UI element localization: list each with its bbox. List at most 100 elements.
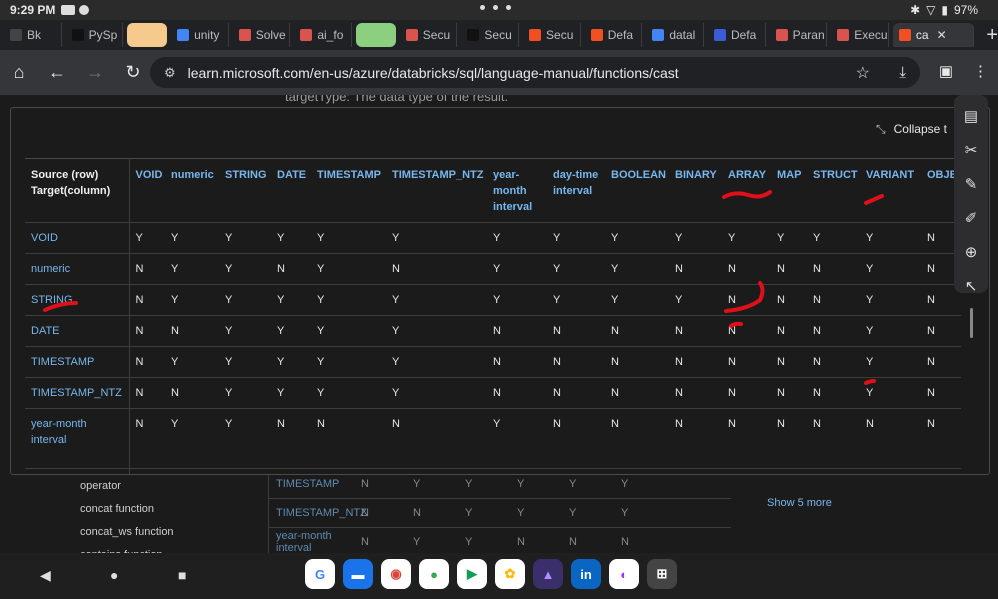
tab-3[interactable]: unity — [171, 23, 229, 47]
table-cell: Y — [219, 408, 271, 469]
tab-12[interactable]: Defa — [708, 23, 766, 47]
column-header[interactable]: STRUCT — [807, 158, 860, 223]
row-header[interactable]: year-month interval — [25, 408, 130, 469]
tab-5[interactable]: ai_fo — [294, 23, 352, 47]
column-header[interactable]: day-time interval — [547, 158, 605, 223]
tab-favicon-icon — [300, 29, 313, 41]
column-header[interactable]: BOOLEAN — [605, 158, 669, 223]
tab-11[interactable]: datal — [646, 23, 704, 47]
column-header[interactable]: MAP — [771, 158, 807, 223]
assistant-icon[interactable]: ● — [419, 559, 449, 589]
column-header[interactable]: TIMESTAMP — [311, 158, 386, 223]
tab-close-icon[interactable]: ✕ — [937, 28, 947, 42]
tab-favicon-icon — [10, 29, 22, 41]
home-icon[interactable]: ⌂ — [0, 62, 38, 83]
pointer-icon[interactable]: ↖ — [965, 277, 978, 295]
tab-favicon-icon — [177, 29, 190, 41]
table-cell: N — [129, 284, 165, 316]
column-header[interactable]: numeric — [165, 158, 219, 223]
table-cell: N — [311, 408, 386, 469]
column-header[interactable]: ARRAY — [722, 158, 771, 223]
note-icon[interactable]: ▤ — [964, 107, 978, 125]
table-cell: N — [669, 377, 722, 409]
bluetooth-icon: ✱ — [910, 3, 921, 17]
tab-8[interactable]: Secu — [461, 23, 520, 47]
chrome-icon[interactable]: ◉ — [381, 559, 411, 589]
zoom-icon[interactable]: ⊕ — [965, 243, 978, 261]
table-cell: Y — [547, 468, 605, 474]
row-header[interactable]: TIMESTAMP — [25, 346, 130, 378]
tab-1[interactable]: PySp — [66, 23, 124, 47]
tab-switcher-icon[interactable]: ▣ — [939, 62, 953, 80]
reload-icon[interactable]: ↻ — [114, 62, 152, 83]
tab-14[interactable]: Execu — [831, 23, 889, 47]
pen-icon[interactable]: ✐ — [965, 209, 978, 227]
table-cell: Y — [165, 346, 219, 378]
tab-7[interactable]: Secu — [400, 23, 458, 47]
column-header[interactable]: year-month interval — [487, 158, 547, 223]
nav-recents-icon[interactable]: ■ — [178, 567, 186, 583]
wifi-icon: ▽ — [926, 3, 936, 17]
linkedin-icon[interactable]: in — [571, 559, 601, 589]
tab-6[interactable] — [355, 23, 396, 47]
address-bar[interactable]: ⚙ learn.microsoft.com/en-us/azure/databr… — [150, 57, 920, 88]
bg-row-header: year-month interval — [276, 530, 332, 553]
tab-15[interactable]: ca ✕ — [892, 23, 975, 47]
forward-icon[interactable]: → — [76, 62, 114, 83]
sidebar-link[interactable]: concat_ws function — [80, 526, 174, 549]
tab-4[interactable]: Solve — [233, 23, 291, 47]
tab-2[interactable] — [127, 23, 168, 47]
row-header[interactable]: TIMESTAMP_NTZ — [25, 377, 130, 409]
collapse-button[interactable]: ⤡ Collapse t — [876, 122, 947, 137]
tab-13[interactable]: Paran — [770, 23, 828, 47]
column-header[interactable]: TIMESTAMP_NTZ — [386, 158, 487, 223]
table-cell: Y — [219, 284, 271, 316]
row-header[interactable]: VOID — [25, 222, 130, 254]
column-header[interactable]: DATE — [271, 158, 311, 223]
tab-favicon-icon — [238, 29, 251, 41]
sidebar-link[interactable]: concat function — [80, 503, 174, 526]
edit-note-icon[interactable]: ✎ — [965, 175, 978, 193]
table-scrollbar[interactable] — [970, 308, 973, 338]
table-cell: Y — [165, 253, 219, 285]
clock: 9:29 PM — [10, 3, 56, 17]
table-cell: N — [386, 253, 487, 285]
download-icon[interactable]: ⤓ — [899, 64, 906, 81]
nav-home-icon[interactable]: ● — [110, 567, 118, 583]
google-app-icon[interactable]: G — [305, 559, 335, 589]
tab-favicon-icon — [71, 29, 84, 41]
site-info-icon[interactable]: ⚙ — [164, 65, 176, 81]
menu-icon[interactable]: ⋮ — [973, 62, 988, 80]
app-dock: G ▬ ◉ ● ▶ ✿ ▲ in ◐ ⊞ — [305, 559, 677, 589]
photos-icon[interactable]: ✿ — [495, 559, 525, 589]
row-header[interactable]: day-time interval — [25, 468, 130, 474]
play-store-icon[interactable]: ▶ — [457, 559, 487, 589]
column-header[interactable]: VARIANT — [860, 158, 921, 223]
app-drawer-icon[interactable]: ⊞ — [647, 559, 677, 589]
table-cell: N — [722, 377, 771, 409]
table-cell: N — [921, 315, 961, 347]
tab-9[interactable]: Secu — [523, 23, 581, 47]
sidebar-link[interactable]: operator — [80, 480, 174, 503]
proton-icon[interactable]: ▲ — [533, 559, 563, 589]
table-cell: Y — [165, 284, 219, 316]
column-header[interactable]: BINARY — [669, 158, 722, 223]
back-icon[interactable]: ← — [38, 62, 76, 83]
bookmark-star-icon[interactable]: ☆ — [856, 63, 870, 83]
show-more-link[interactable]: Show 5 more — [767, 497, 832, 509]
table-cell: N — [605, 408, 669, 469]
scissors-icon[interactable]: ✂ — [965, 141, 978, 159]
tab-0[interactable]: Bk — [4, 23, 62, 47]
column-header[interactable]: VOID — [129, 158, 165, 223]
row-header[interactable]: numeric — [25, 253, 130, 285]
nav-back-icon[interactable]: ◀ — [40, 567, 51, 584]
new-tab-icon[interactable]: + — [986, 24, 998, 47]
row-header[interactable]: DATE — [25, 315, 130, 347]
messages-icon[interactable]: ▬ — [343, 559, 373, 589]
column-header[interactable]: STRING — [219, 158, 271, 223]
row-header[interactable]: STRING — [25, 284, 130, 316]
table-cell: Y — [547, 222, 605, 254]
table-cell: Y — [311, 346, 386, 378]
messenger-app-icon[interactable]: ◐ — [609, 559, 639, 589]
tab-10[interactable]: Defa — [585, 23, 643, 47]
